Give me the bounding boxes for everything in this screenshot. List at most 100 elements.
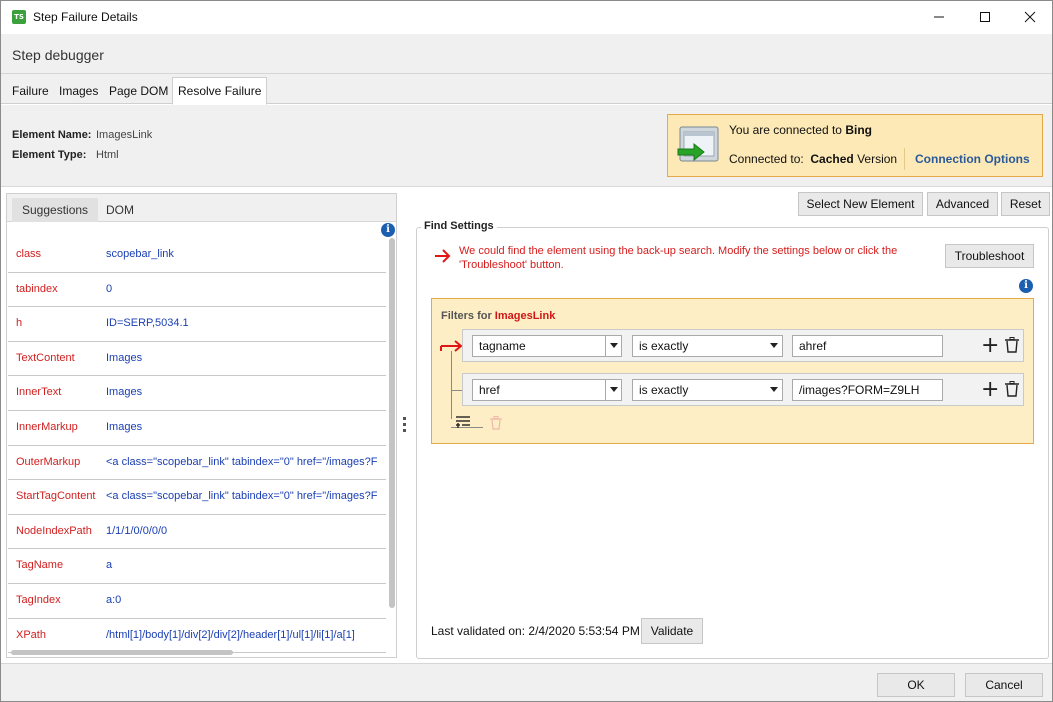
table-row[interactable]: TextContent Images: [8, 342, 386, 377]
element-name-label: Element Name:: [12, 129, 92, 141]
attribute-value: scopebar_link: [106, 248, 174, 260]
attribute-key: TagIndex: [16, 594, 61, 606]
attribute-key: XPath: [16, 628, 46, 641]
table-row[interactable]: XPath/html[1]/body[1]/div[2]/div[2]/head…: [8, 619, 386, 653]
trash-icon-disabled: [490, 416, 502, 430]
connected-to-label: Connected to:: [729, 152, 804, 166]
attribute-value: Images: [106, 421, 143, 433]
filter-operator-select[interactable]: is exactly: [632, 335, 783, 357]
attribute-key: InnerMarkup: [16, 421, 78, 433]
app-icon: TS: [12, 10, 26, 24]
info-icon[interactable]: i: [1019, 279, 1033, 293]
connected-prefix: You are connected to: [729, 123, 846, 137]
filter-attribute-select[interactable]: href: [472, 379, 622, 401]
element-type-value: Html: [96, 149, 119, 161]
table-row[interactable]: TagIndex a:0: [8, 584, 386, 619]
filter-attribute-select[interactable]: tagname: [472, 335, 622, 357]
minimize-button[interactable]: [916, 1, 962, 33]
table-row[interactable]: OuterMarkup <a class="scopebar_link" tabi…: [8, 446, 386, 481]
filters-box: Filters for ImagesLink tagname is exactl…: [431, 298, 1034, 444]
add-group-icon[interactable]: [454, 415, 472, 429]
chevron-down-icon: [605, 380, 621, 400]
find-settings-title: Find Settings: [421, 220, 497, 232]
attribute-key: TagName: [16, 559, 64, 572]
attribute-key: StartTagContent: [16, 490, 96, 503]
add-filter-icon[interactable]: +: [981, 379, 999, 401]
find-warning-message: We could find the element using the back…: [459, 245, 898, 271]
monitor-arrow-icon: [677, 126, 719, 162]
tab-dom[interactable]: DOM: [96, 198, 144, 222]
element-name-value: ImagesLink: [96, 129, 153, 141]
validate-button[interactable]: Validate: [641, 618, 703, 644]
add-filter-icon[interactable]: +: [981, 335, 999, 357]
minimize-icon: [934, 16, 944, 18]
attribute-value: Images: [106, 386, 143, 399]
table-row[interactable]: NodeIndexPath 1/1/1/0/0/0/0: [8, 515, 386, 550]
maximize-icon: [980, 12, 990, 22]
table-row[interactable]: tabindex 0: [8, 273, 386, 308]
filter-operator-select[interactable]: is exactly: [632, 379, 783, 401]
attribute-key: h: [16, 317, 23, 330]
attribute-key: NodeIndexPath: [16, 524, 92, 537]
trash-icon[interactable]: [1005, 381, 1019, 397]
title-bar: TS Step Failure Details: [1, 1, 1052, 34]
dialog-window: TS Step Failure Details Step debugger Fa…: [0, 0, 1053, 702]
attribute-key: InnerText: [16, 386, 62, 399]
attribute-key: tabindex: [16, 282, 58, 295]
version-bold: Cached: [810, 152, 854, 166]
table-row[interactable]: StartTagContent <a class="scopebar_link" …: [8, 480, 386, 515]
maximize-button[interactable]: [962, 1, 1008, 33]
trash-icon[interactable]: [1005, 337, 1019, 353]
table-row[interactable]: h ID=SERP,5034.1: [8, 307, 386, 342]
info-icon[interactable]: i: [381, 223, 395, 237]
attribute-value: 1/1/1/0/0/0/0: [106, 524, 168, 537]
attributes-grid: class scopebar_link tabindex 0 h ID=SERP,5034…: [8, 238, 386, 653]
filter-attribute-value: href: [479, 383, 500, 397]
vertical-scrollbar[interactable]: [389, 238, 395, 608]
connection-divider: [904, 148, 905, 170]
tab-resolve-failure[interactable]: Resolve Failure: [172, 77, 268, 105]
dialog-footer: OK Cancel: [1, 663, 1052, 701]
horizontal-scrollbar[interactable]: [11, 650, 233, 655]
table-row[interactable]: class scopebar_link: [8, 238, 386, 273]
filter-value-input[interactable]: ahref: [792, 335, 943, 357]
element-type-label: Element Type:: [12, 149, 87, 161]
suggestions-panel: Suggestions DOM i class scopebar_link tabi…: [6, 193, 397, 658]
connected-target: Bing: [845, 123, 872, 137]
troubleshoot-button[interactable]: Troubleshoot: [945, 244, 1034, 268]
filter-attribute-value: tagname: [479, 339, 526, 353]
active-row-pointer-icon: [440, 340, 463, 352]
attribute-value: a:0: [106, 594, 122, 606]
tree-connector-line: [451, 351, 452, 419]
tab-suggestions[interactable]: Suggestions: [12, 198, 99, 222]
advanced-button[interactable]: Advanced: [927, 192, 998, 216]
tab-images[interactable]: Images: [54, 78, 103, 105]
panel-splitter-handle[interactable]: [403, 417, 407, 435]
filter-operator-value: is exactly: [639, 383, 689, 397]
table-row[interactable]: InnerMarkup Images: [8, 411, 386, 446]
chevron-down-icon: [766, 336, 782, 356]
select-new-element-button[interactable]: Select New Element: [798, 192, 923, 216]
filter-value-input[interactable]: /images?FORM=Z9LH: [792, 379, 943, 401]
main-tabs: Failure Images Page DOM Resolve Failure: [1, 74, 1052, 105]
connection-options-link[interactable]: Connection Options: [915, 152, 1030, 166]
step-debugger-title: Step debugger: [12, 47, 104, 63]
close-button[interactable]: [1007, 1, 1052, 33]
last-validated-text: Last validated on: 2/4/2020 5:53:54 PM: [431, 624, 640, 638]
attribute-key: TextContent: [16, 351, 75, 364]
tab-failure[interactable]: Failure: [7, 78, 54, 105]
attribute-value: 0: [106, 282, 113, 295]
step-debugger-header: Step debugger: [1, 34, 1052, 74]
table-row[interactable]: InnerText Images: [8, 376, 386, 411]
attribute-value: ID=SERP,5034.1: [106, 317, 189, 330]
attribute-value: Images: [106, 351, 143, 364]
filters-prefix: Filters for: [441, 310, 495, 322]
chevron-down-icon: [766, 380, 782, 400]
reset-button[interactable]: Reset: [1001, 192, 1050, 216]
table-row[interactable]: TagName a: [8, 549, 386, 584]
element-info-area: Element Name: ImagesLink Element Type: H…: [1, 105, 1052, 187]
filter-row: tagname is exactly ahref +: [462, 329, 1024, 362]
tab-page-dom[interactable]: Page DOM: [104, 78, 173, 105]
ok-button[interactable]: OK: [877, 673, 955, 697]
cancel-button[interactable]: Cancel: [965, 673, 1043, 697]
